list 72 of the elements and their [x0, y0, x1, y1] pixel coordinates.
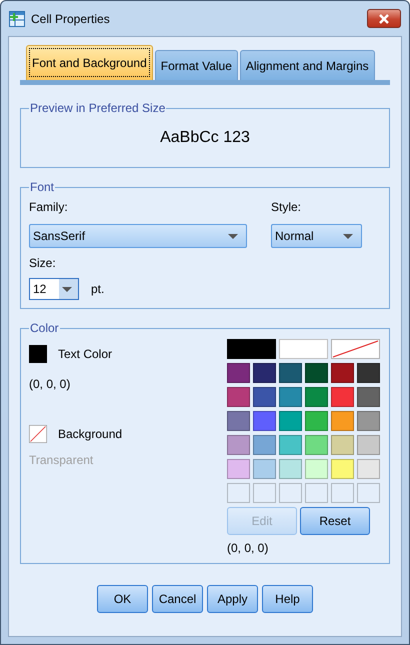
group-title: Font [29, 180, 56, 194]
color-swatch[interactable] [331, 411, 354, 431]
family-dropdown[interactable]: SansSerif [29, 224, 247, 248]
caret-icon [343, 234, 353, 238]
text-color-swatch[interactable] [29, 345, 47, 363]
color-swatch[interactable] [279, 387, 302, 407]
color-swatch[interactable] [279, 459, 302, 479]
rgb-value: (0, 0, 0) [227, 541, 270, 555]
tab[interactable]: Font and Background [26, 45, 153, 80]
dialog-button[interactable]: OK [97, 585, 148, 613]
color-swatch[interactable] [305, 363, 328, 383]
background-value: Transparent [29, 453, 94, 467]
empty-swatch[interactable] [357, 483, 380, 503]
color-swatch[interactable] [279, 435, 302, 455]
group-title: Color [29, 321, 60, 335]
empty-swatch[interactable] [331, 483, 354, 503]
color-swatch[interactable] [331, 387, 354, 407]
color-swatch[interactable] [279, 339, 328, 359]
table-icon [9, 10, 25, 26]
unit-label: pt. [91, 282, 104, 296]
empty-swatch[interactable] [253, 483, 276, 503]
group-title: Preview in Preferred Size [29, 101, 166, 115]
caret-icon [62, 286, 72, 292]
color-swatch[interactable] [357, 435, 380, 455]
color-swatch[interactable] [227, 363, 250, 383]
window-title: Cell Properties [31, 12, 110, 26]
color-swatch[interactable] [305, 435, 328, 455]
color-swatch[interactable] [331, 363, 354, 383]
color-swatch[interactable] [253, 387, 276, 407]
empty-swatch[interactable] [279, 483, 302, 503]
tab[interactable]: Alignment and Margins [240, 50, 375, 80]
rgb-value: (0, 0, 0) [29, 377, 72, 391]
background-label: Background [58, 427, 122, 441]
color-swatch[interactable] [227, 339, 276, 359]
field-label: Style: [271, 200, 302, 214]
color-swatch[interactable] [279, 411, 302, 431]
transparent-swatch[interactable] [29, 425, 47, 443]
tab[interactable]: Format Value [154, 50, 238, 80]
color-swatch[interactable] [331, 459, 354, 479]
color-swatch[interactable] [331, 435, 354, 455]
color-swatch[interactable] [253, 459, 276, 479]
color-swatch[interactable] [227, 411, 250, 431]
no-color-swatch[interactable] [331, 339, 380, 359]
preview-text: AaBbCc 123 [159, 128, 251, 148]
empty-swatch[interactable] [227, 483, 250, 503]
dialog-button[interactable]: Cancel [152, 585, 203, 613]
color-swatch[interactable] [357, 411, 380, 431]
dialog-button[interactable]: Apply [207, 585, 258, 613]
color-swatch[interactable] [279, 363, 302, 383]
color-swatch[interactable] [253, 363, 276, 383]
close-icon [378, 14, 390, 24]
field-label: Size: [29, 256, 57, 270]
style-dropdown[interactable]: Normal [271, 224, 362, 248]
color-swatch[interactable] [357, 363, 380, 383]
color-swatch[interactable] [305, 387, 328, 407]
reset-button[interactable]: Reset [300, 507, 370, 535]
color-swatch[interactable] [253, 435, 276, 455]
text-color-label: Text Color [58, 347, 112, 361]
color-swatch[interactable] [357, 459, 380, 479]
color-swatch[interactable] [357, 387, 380, 407]
field-label: Family: [29, 200, 69, 214]
color-swatch[interactable] [227, 459, 250, 479]
empty-swatch[interactable] [305, 483, 328, 503]
color-swatch[interactable] [227, 435, 250, 455]
caret-icon [228, 234, 238, 238]
close-button[interactable] [367, 9, 401, 28]
dialog-button[interactable]: Help [262, 585, 313, 613]
color-swatch[interactable] [305, 459, 328, 479]
color-swatch[interactable] [305, 411, 328, 431]
color-swatch[interactable] [253, 411, 276, 431]
color-swatch[interactable] [227, 387, 250, 407]
size-dropdown[interactable]: 12 [29, 278, 79, 300]
